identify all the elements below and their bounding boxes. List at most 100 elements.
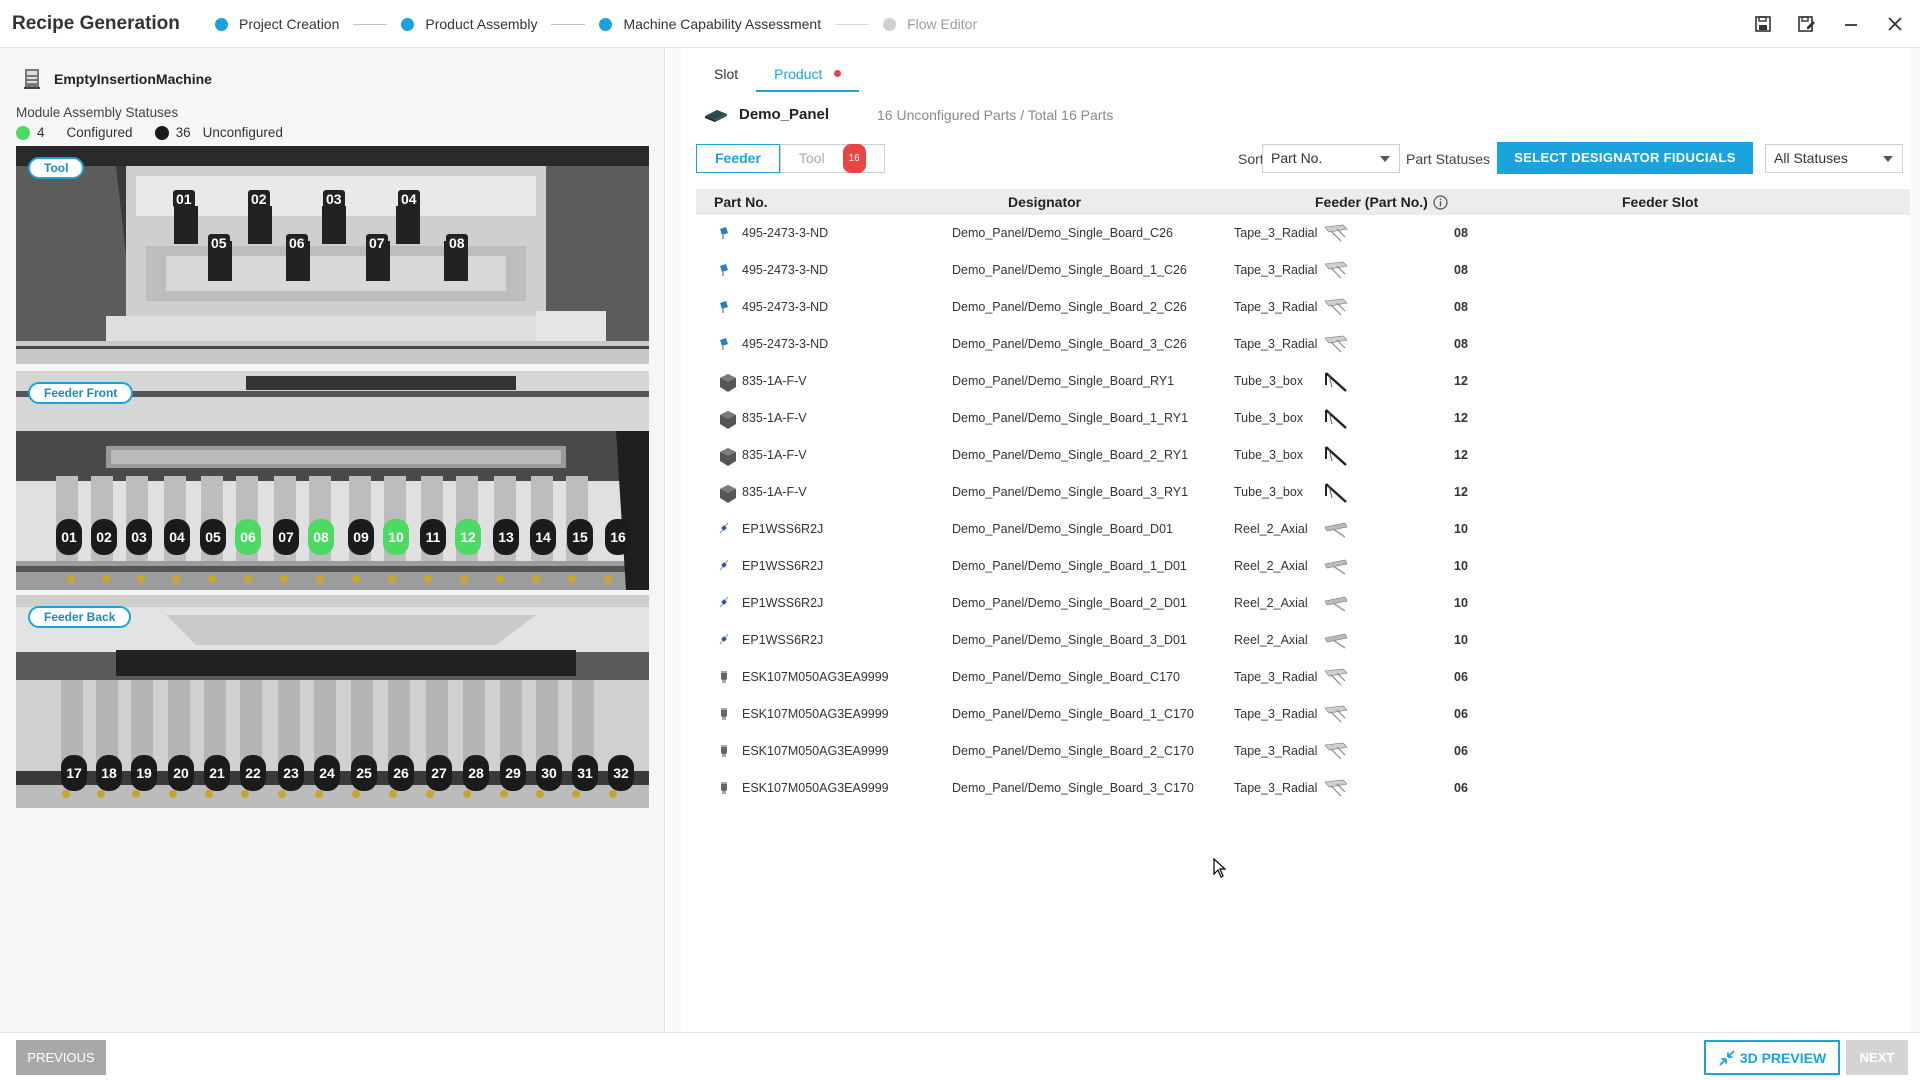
- front-slot-06[interactable]: 06: [235, 519, 261, 555]
- info-icon[interactable]: [1433, 195, 1448, 210]
- select-designator-fiducials-button[interactable]: SELECT DESIGNATOR FIDUCIALS: [1497, 142, 1753, 174]
- table-row[interactable]: 835-1A-F-V Demo_Panel/Demo_Single_Board_3…: [696, 474, 1910, 511]
- next-button[interactable]: NEXT: [1846, 1040, 1908, 1075]
- step-label: Project Creation: [239, 16, 340, 32]
- status-filter-select[interactable]: All Statuses: [1765, 144, 1903, 173]
- front-slot-12[interactable]: 12: [455, 519, 481, 555]
- front-slot-01[interactable]: 01: [56, 519, 82, 555]
- tab-slot[interactable]: Slot: [696, 62, 756, 92]
- designator-cell: Demo_Panel/Demo_Single_Board_C26: [952, 226, 1173, 240]
- save-as-button[interactable]: [1792, 10, 1822, 38]
- tool-slot-05[interactable]: 05: [208, 234, 230, 252]
- front-slot-11[interactable]: 11: [420, 519, 446, 555]
- feeder-front-view[interactable]: Feeder Front 01 02 03 04 05 06 07 08 09 …: [16, 371, 649, 590]
- front-slot-15[interactable]: 15: [567, 519, 593, 555]
- table-row[interactable]: 835-1A-F-V Demo_Panel/Demo_Single_Board_R…: [696, 363, 1910, 400]
- step-product-assembly[interactable]: Product Assembly: [401, 16, 537, 32]
- tool-slot-02[interactable]: 02: [248, 190, 270, 208]
- part-no-cell: 835-1A-F-V: [742, 374, 807, 388]
- front-slot-10[interactable]: 10: [383, 519, 409, 555]
- front-slot-16[interactable]: 16: [605, 519, 631, 555]
- table-row[interactable]: EP1WSS6R2J Demo_Panel/Demo_Single_Board_2…: [696, 585, 1910, 622]
- front-slot-09[interactable]: 09: [348, 519, 374, 555]
- step-machine-capability[interactable]: Machine Capability Assessment: [599, 16, 821, 32]
- workflow-stepper: Project Creation Product Assembly Machin…: [215, 0, 977, 48]
- front-slot-14[interactable]: 14: [530, 519, 556, 555]
- table-row[interactable]: ESK107M050AG3EA9999 Demo_Panel/Demo_Singl…: [696, 659, 1910, 696]
- back-slot-26[interactable]: 26: [388, 755, 414, 791]
- tool-slot-08[interactable]: 08: [446, 234, 468, 252]
- feeder-cell: Reel_2_Axial: [1234, 633, 1308, 647]
- back-slot-18[interactable]: 18: [96, 755, 122, 791]
- feeder-toggle-button[interactable]: Feeder: [696, 144, 780, 173]
- back-slot-22[interactable]: 22: [240, 755, 266, 791]
- previous-button[interactable]: PREVIOUS: [16, 1040, 106, 1075]
- feeder-cell: Tape_3_Radial: [1234, 226, 1318, 240]
- back-slot-20[interactable]: 20: [168, 755, 194, 791]
- close-icon: [1888, 17, 1902, 31]
- back-slot-17[interactable]: 17: [61, 755, 87, 791]
- part-no-cell: ESK107M050AG3EA9999: [742, 707, 889, 721]
- front-slot-07[interactable]: 07: [273, 519, 299, 555]
- step-inactive-icon: [883, 17, 897, 31]
- tool-render-image: [16, 146, 649, 364]
- minimize-button[interactable]: [1836, 10, 1866, 38]
- column-part-no[interactable]: Part No.: [714, 194, 768, 210]
- step-flow-editor[interactable]: Flow Editor: [883, 16, 977, 32]
- machine-name: EmptyInsertionMachine: [54, 71, 212, 87]
- step-project-creation[interactable]: Project Creation: [215, 16, 339, 32]
- close-button[interactable]: [1880, 10, 1910, 38]
- product-panel: Slot Product Demo_Panel 16 Unconfigured …: [666, 48, 1920, 1032]
- back-slot-19[interactable]: 19: [131, 755, 157, 791]
- sort-value: Part No.: [1271, 150, 1323, 166]
- front-slot-02[interactable]: 02: [91, 519, 117, 555]
- table-row[interactable]: EP1WSS6R2J Demo_Panel/Demo_Single_Board_3…: [696, 622, 1910, 659]
- tool-slot-04[interactable]: 04: [398, 190, 420, 208]
- tool-slot-06[interactable]: 06: [286, 234, 308, 252]
- tab-product[interactable]: Product: [756, 62, 860, 92]
- front-slot-03[interactable]: 03: [126, 519, 152, 555]
- table-row[interactable]: ESK107M050AG3EA9999 Demo_Panel/Demo_Singl…: [696, 696, 1910, 733]
- back-slot-32[interactable]: 32: [608, 755, 634, 791]
- front-slot-13[interactable]: 13: [493, 519, 519, 555]
- back-slot-30[interactable]: 30: [536, 755, 562, 791]
- table-row[interactable]: ESK107M050AG3EA9999 Demo_Panel/Demo_Singl…: [696, 770, 1910, 807]
- back-slot-31[interactable]: 31: [572, 755, 598, 791]
- table-row[interactable]: 835-1A-F-V Demo_Panel/Demo_Single_Board_2…: [696, 437, 1910, 474]
- feeder-slot-cell: 06: [1454, 781, 1468, 795]
- tool-slot-03[interactable]: 03: [323, 190, 345, 208]
- front-slot-08[interactable]: 08: [308, 519, 334, 555]
- back-slot-23[interactable]: 23: [278, 755, 304, 791]
- feeder-cell: Reel_2_Axial: [1234, 596, 1308, 610]
- table-row[interactable]: 495-2473-3-ND Demo_Panel/Demo_Single_Boar…: [696, 289, 1910, 326]
- front-slot-05[interactable]: 05: [200, 519, 226, 555]
- tool-slot-01[interactable]: 01: [173, 190, 195, 208]
- table-row[interactable]: EP1WSS6R2J Demo_Panel/Demo_Single_Board_1…: [696, 548, 1910, 585]
- column-feeder-slot[interactable]: Feeder Slot: [1622, 194, 1698, 210]
- table-row[interactable]: ESK107M050AG3EA9999 Demo_Panel/Demo_Singl…: [696, 733, 1910, 770]
- save-button[interactable]: [1748, 10, 1778, 38]
- back-slot-21[interactable]: 21: [204, 755, 230, 791]
- tool-slot-07[interactable]: 07: [366, 234, 388, 252]
- column-feeder[interactable]: Feeder (Part No.): [1315, 194, 1448, 211]
- table-row[interactable]: 495-2473-3-ND Demo_Panel/Demo_Single_Boar…: [696, 252, 1910, 289]
- status-legend: 4 Configured 36 Unconfigured: [16, 125, 305, 140]
- column-feeder-label: Feeder (Part No.): [1315, 194, 1428, 210]
- tool-toggle-button[interactable]: Tool 16: [779, 144, 885, 173]
- front-slot-04[interactable]: 04: [164, 519, 190, 555]
- back-slot-25[interactable]: 25: [351, 755, 377, 791]
- back-slot-24[interactable]: 24: [314, 755, 340, 791]
- table-row[interactable]: 495-2473-3-ND Demo_Panel/Demo_Single_Boar…: [696, 215, 1910, 252]
- tool-view[interactable]: Tool 01 02 03 04 05 06 07 08: [16, 146, 649, 364]
- 3d-preview-button[interactable]: 3D PREVIEW: [1704, 1040, 1840, 1075]
- column-designator[interactable]: Designator: [1008, 194, 1081, 210]
- back-slot-29[interactable]: 29: [500, 755, 526, 791]
- sort-select[interactable]: Part No.: [1262, 144, 1400, 173]
- back-slot-28[interactable]: 28: [463, 755, 489, 791]
- table-row[interactable]: 495-2473-3-ND Demo_Panel/Demo_Single_Boar…: [696, 326, 1910, 363]
- table-row[interactable]: 835-1A-F-V Demo_Panel/Demo_Single_Board_1…: [696, 400, 1910, 437]
- feeder-back-view[interactable]: Feeder Back 17 18 19 20 21 22 23 24 25 2…: [16, 595, 649, 808]
- sort-label: Sort: [1238, 151, 1264, 167]
- back-slot-27[interactable]: 27: [426, 755, 452, 791]
- table-row[interactable]: EP1WSS6R2J Demo_Panel/Demo_Single_Board_D…: [696, 511, 1910, 548]
